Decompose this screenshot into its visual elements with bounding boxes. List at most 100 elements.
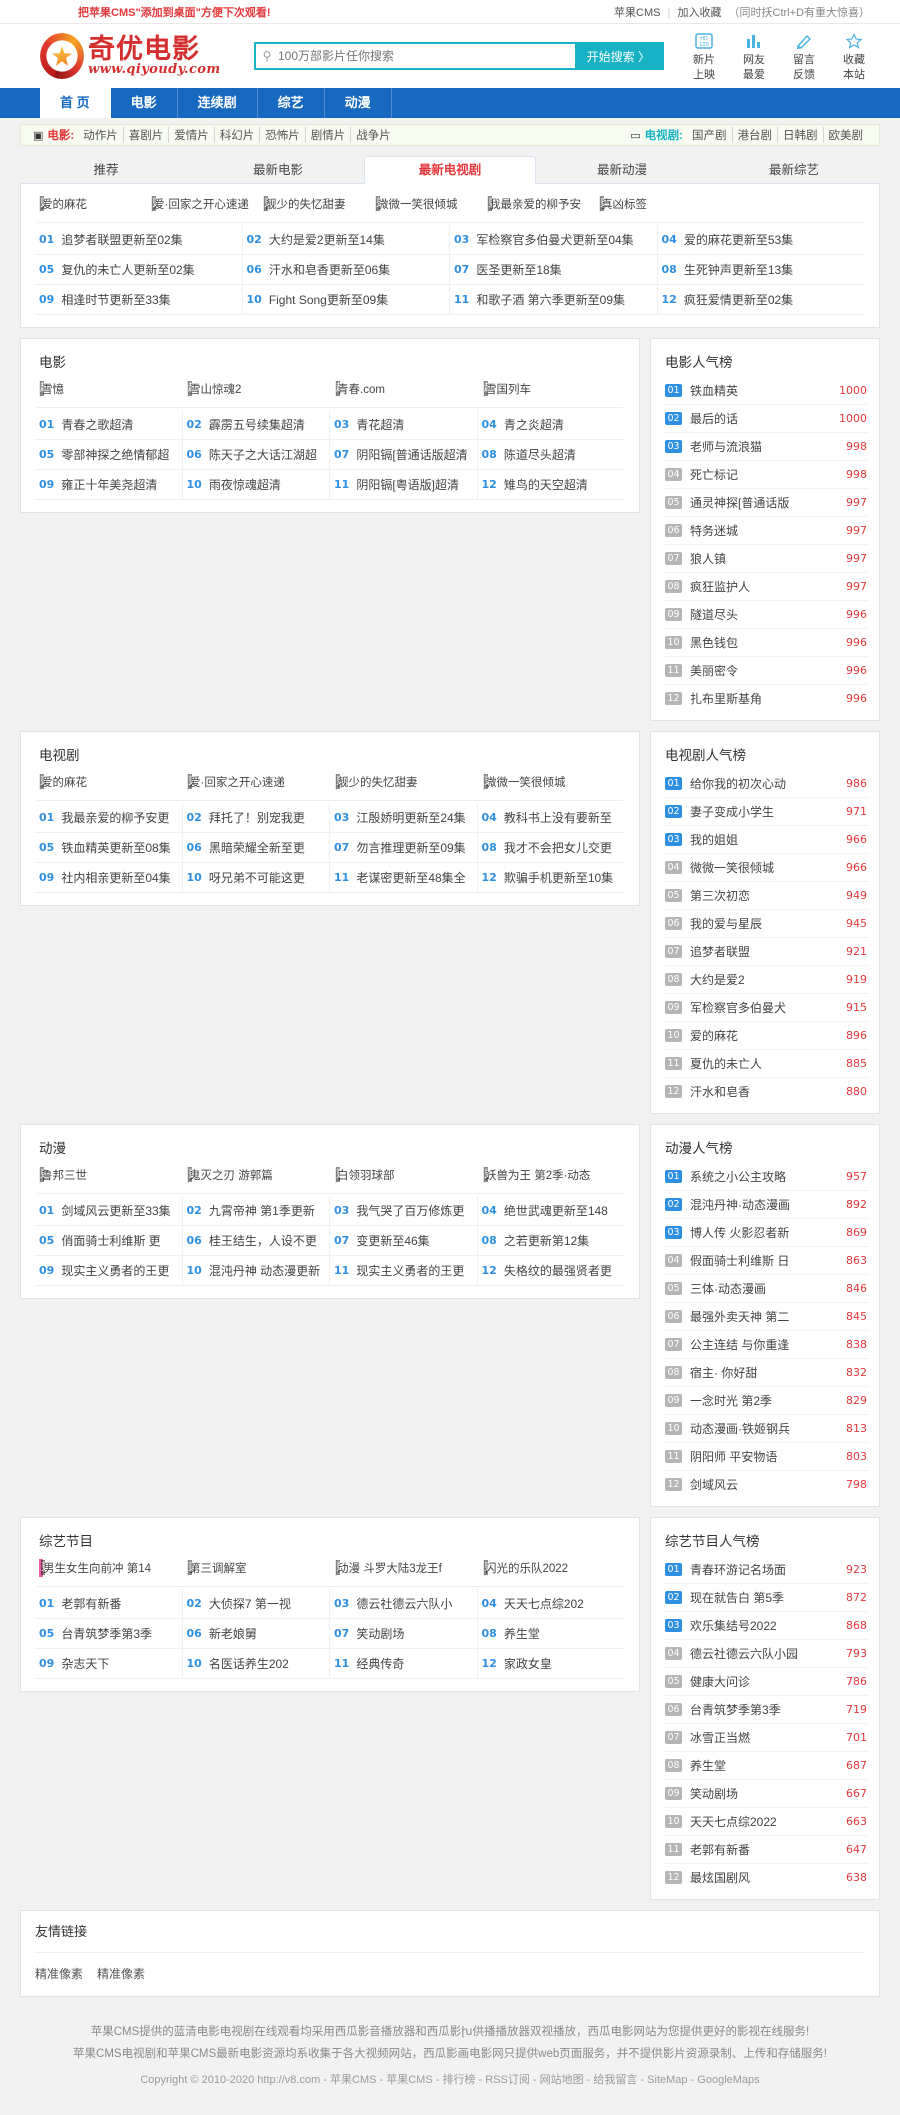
tv-category-link-1[interactable]: 港台剧: [733, 127, 779, 143]
list-item[interactable]: 10呀兄弟不可能这更: [183, 863, 331, 893]
list-item[interactable]: 06桂王结生，人设不更: [183, 1226, 331, 1256]
poster-card[interactable]: 更新至03集白领羽球部: [335, 1167, 437, 1183]
nav-item-2[interactable]: 连续剧: [178, 88, 258, 118]
rank-row[interactable]: 03老师与流浪猫998: [663, 433, 869, 461]
rank-row[interactable]: 01铁血精英1000: [663, 377, 869, 405]
rank-row[interactable]: 05通灵神探[普通话版997: [663, 489, 869, 517]
poster-card[interactable]: 更新至08集靓少的失忆甜妻: [263, 196, 365, 212]
list-item[interactable]: 08生死钟声更新至13集: [658, 255, 866, 285]
rank-row[interactable]: 12最炫国剧风638: [663, 1864, 869, 1891]
list-item[interactable]: 09社内相亲更新至04集: [35, 863, 183, 893]
list-item[interactable]: 06陈天子之大话江湖超: [183, 440, 331, 470]
rank-row[interactable]: 01系统之小公主攻略957: [663, 1163, 869, 1191]
movie-category-link-6[interactable]: 战争片: [351, 127, 395, 143]
poster-card[interactable]: 更新至06集鲁邦三世: [39, 1167, 141, 1183]
list-item[interactable]: 09现实主义勇者的王更: [35, 1256, 183, 1286]
list-item[interactable]: 12失格纹的最强贤者更: [478, 1256, 626, 1286]
list-item[interactable]: 07医圣更新至18集: [450, 255, 658, 285]
movie-category-link-4[interactable]: 恐怖片: [260, 127, 306, 143]
rank-row[interactable]: 11美丽密令996: [663, 657, 869, 685]
rank-row[interactable]: 08大约是爱2919: [663, 966, 869, 994]
rank-row[interactable]: 06最强外卖天神 第二845: [663, 1303, 869, 1331]
rank-row[interactable]: 09隧道尽头996: [663, 601, 869, 629]
list-item[interactable]: 07勿言推理更新至09集: [330, 833, 478, 863]
rank-row[interactable]: 02最后的话1000: [663, 405, 869, 433]
nav-item-0[interactable]: 首 页: [40, 88, 111, 118]
rank-row[interactable]: 08宿主· 你好甜832: [663, 1359, 869, 1387]
list-item[interactable]: 07变更新至46集: [330, 1226, 478, 1256]
rank-row[interactable]: 07冰雪正当燃701: [663, 1724, 869, 1752]
rank-row[interactable]: 01青春环游记名场面923: [663, 1556, 869, 1584]
friend-link[interactable]: 精准像素: [97, 1967, 145, 1981]
list-item[interactable]: 12疯狂爱情更新至02集: [658, 285, 866, 315]
rank-row[interactable]: 02现在就告白 第5季872: [663, 1584, 869, 1612]
rank-row[interactable]: 07狼人镇997: [663, 545, 869, 573]
list-item[interactable]: 02霹雳五号续集超清: [183, 410, 331, 440]
rank-row[interactable]: 09军检察官多伯曼犬915: [663, 994, 869, 1022]
poster-card[interactable]: 超清雪山惊魂2: [187, 381, 289, 397]
poster-card[interactable]: 更新至34集动漫 斗罗大陆3龙王f: [335, 1560, 437, 1576]
poster-card[interactable]: 超清青春.com: [335, 381, 437, 397]
tv-category-link-0[interactable]: 国产剧: [687, 127, 733, 143]
rank-row[interactable]: 04微微一笑很倾城966: [663, 854, 869, 882]
list-item[interactable]: 03德云社德云六队小: [330, 1589, 478, 1619]
list-item[interactable]: 03江殷娇明更新至24集: [330, 803, 478, 833]
poster-card[interactable]: 更新至30集全微微一笑很倾城: [483, 774, 585, 790]
search-input[interactable]: [278, 44, 575, 68]
list-item[interactable]: 04青之炎超清: [478, 410, 626, 440]
rank-row[interactable]: 05三体·动态漫画846: [663, 1275, 869, 1303]
movie-category-link-2[interactable]: 爱情片: [169, 127, 215, 143]
poster-card[interactable]: 超清雪憶: [39, 381, 141, 397]
list-item[interactable]: 08养生堂: [478, 1619, 626, 1649]
rank-row[interactable]: 11阴阳师 平安物语803: [663, 1443, 869, 1471]
list-item[interactable]: 08陈道尽头超清: [478, 440, 626, 470]
rank-row[interactable]: 10天天七点综2022663: [663, 1808, 869, 1836]
list-item[interactable]: 01追梦者联盟更新至02集: [35, 225, 243, 255]
list-item[interactable]: 10混沌丹神 动态漫更新: [183, 1256, 331, 1286]
poster-card[interactable]: 更新至30集全微微一笑很倾城: [375, 196, 477, 212]
rank-row[interactable]: 10爱的麻花896: [663, 1022, 869, 1050]
list-item[interactable]: 05复仇的未亡人更新至02集: [35, 255, 243, 285]
list-item[interactable]: 02九霄帝神 第1季更新: [183, 1196, 331, 1226]
rank-row[interactable]: 06特务迷城997: [663, 517, 869, 545]
list-item[interactable]: 09杂志天下: [35, 1649, 183, 1679]
movie-category-link-1[interactable]: 喜剧片: [124, 127, 170, 143]
list-item[interactable]: 09相逢时节更新至33集: [35, 285, 243, 315]
list-item[interactable]: 08之若更新第12集: [478, 1226, 626, 1256]
rank-row[interactable]: 04假面骑士利维斯 日863: [663, 1247, 869, 1275]
poster-card[interactable]: 更新至02集鬼灭之刃 游郭篇: [187, 1167, 289, 1183]
movie-category-link-0[interactable]: 动作片: [78, 127, 124, 143]
rank-row[interactable]: 01给你我的初次心动986: [663, 770, 869, 798]
popular-button[interactable]: 网友 最爱: [736, 30, 772, 82]
list-item[interactable]: 10雨夜惊魂超清: [183, 470, 331, 500]
poster-card[interactable]: 更新至53集爱的麻花: [39, 196, 141, 212]
tv-category-link-3[interactable]: 欧美剧: [824, 127, 868, 143]
tab-2[interactable]: 最新电视剧: [364, 156, 536, 184]
list-item[interactable]: 01我最亲爱的柳予安更: [35, 803, 183, 833]
poster-card[interactable]: 更新至08集靓少的失忆甜妻: [335, 774, 437, 790]
rank-row[interactable]: 09一念时光 第2季829: [663, 1387, 869, 1415]
rank-row[interactable]: 10黑色钱包996: [663, 629, 869, 657]
list-item[interactable]: 07阴阳镉[普通话版超清: [330, 440, 478, 470]
tab-1[interactable]: 最新电影: [192, 156, 364, 183]
list-item[interactable]: 06新老娘舅: [183, 1619, 331, 1649]
list-item[interactable]: 12雉鸟的天空超清: [478, 470, 626, 500]
tv-category-link-2[interactable]: 日韩剧: [778, 127, 824, 143]
friend-link[interactable]: 精准像素: [35, 1967, 83, 1981]
list-item[interactable]: 11和歌子酒 第六季更新至09集: [450, 285, 658, 315]
poster-card[interactable]: 更新至1533集爱·回家之开心速递: [151, 196, 253, 212]
rank-row[interactable]: 11老郭有新番647: [663, 1836, 869, 1864]
tab-3[interactable]: 最新动漫: [536, 156, 708, 183]
list-item[interactable]: 01老郭有新番: [35, 1589, 183, 1619]
rank-row[interactable]: 02妻子变成小学生971: [663, 798, 869, 826]
nav-item-1[interactable]: 电影: [111, 88, 178, 118]
movie-category-link-3[interactable]: 科幻片: [215, 127, 261, 143]
feedback-button[interactable]: 留言 反馈: [786, 30, 822, 82]
list-item[interactable]: 06黑暗荣耀全新至更: [183, 833, 331, 863]
list-item[interactable]: 01剑域风云更新至33集: [35, 1196, 183, 1226]
tab-4[interactable]: 最新综艺: [708, 156, 880, 183]
rank-row[interactable]: 04德云社德云六队小园793: [663, 1640, 869, 1668]
nav-item-3[interactable]: 综艺: [258, 88, 325, 118]
list-item[interactable]: 12家政女皇: [478, 1649, 626, 1679]
list-item[interactable]: 01青春之歌超清: [35, 410, 183, 440]
